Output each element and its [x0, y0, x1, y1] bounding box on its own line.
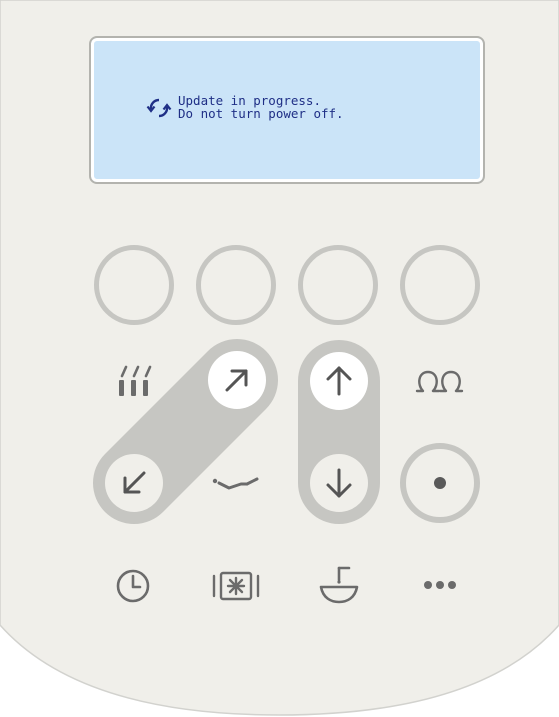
more-icon[interactable]	[418, 572, 462, 598]
record-button[interactable]	[406, 449, 474, 517]
users-icon[interactable]	[414, 366, 468, 396]
clock-icon[interactable]	[113, 566, 153, 606]
dot-icon	[434, 477, 446, 489]
backrest-up-button[interactable]	[208, 351, 266, 409]
cup-filler-icon[interactable]	[314, 562, 364, 606]
control-panel: Update in progress. Do not turn power of…	[0, 0, 559, 717]
sync-icon	[146, 98, 172, 118]
softkey-1[interactable]	[94, 245, 174, 325]
arrow-down-icon	[326, 468, 352, 498]
arrow-down-left-icon	[123, 471, 146, 494]
backrest-down-button[interactable]	[105, 454, 163, 512]
seat-up-button[interactable]	[310, 352, 368, 410]
recline-icon[interactable]	[211, 470, 263, 498]
softkey-3[interactable]	[298, 245, 378, 325]
update-message: Update in progress. Do not turn power of…	[146, 94, 344, 120]
seat-down-button[interactable]	[310, 454, 368, 512]
softkey-4[interactable]	[400, 245, 480, 325]
light-icon[interactable]	[208, 566, 264, 606]
lcd-line-2: Do not turn power off.	[178, 106, 344, 121]
lcd-display: Update in progress. Do not turn power of…	[89, 36, 485, 184]
softkey-2[interactable]	[196, 245, 276, 325]
arrow-up-icon	[326, 366, 352, 396]
arrow-up-right-icon	[225, 369, 248, 392]
heat-icon[interactable]	[116, 364, 154, 400]
